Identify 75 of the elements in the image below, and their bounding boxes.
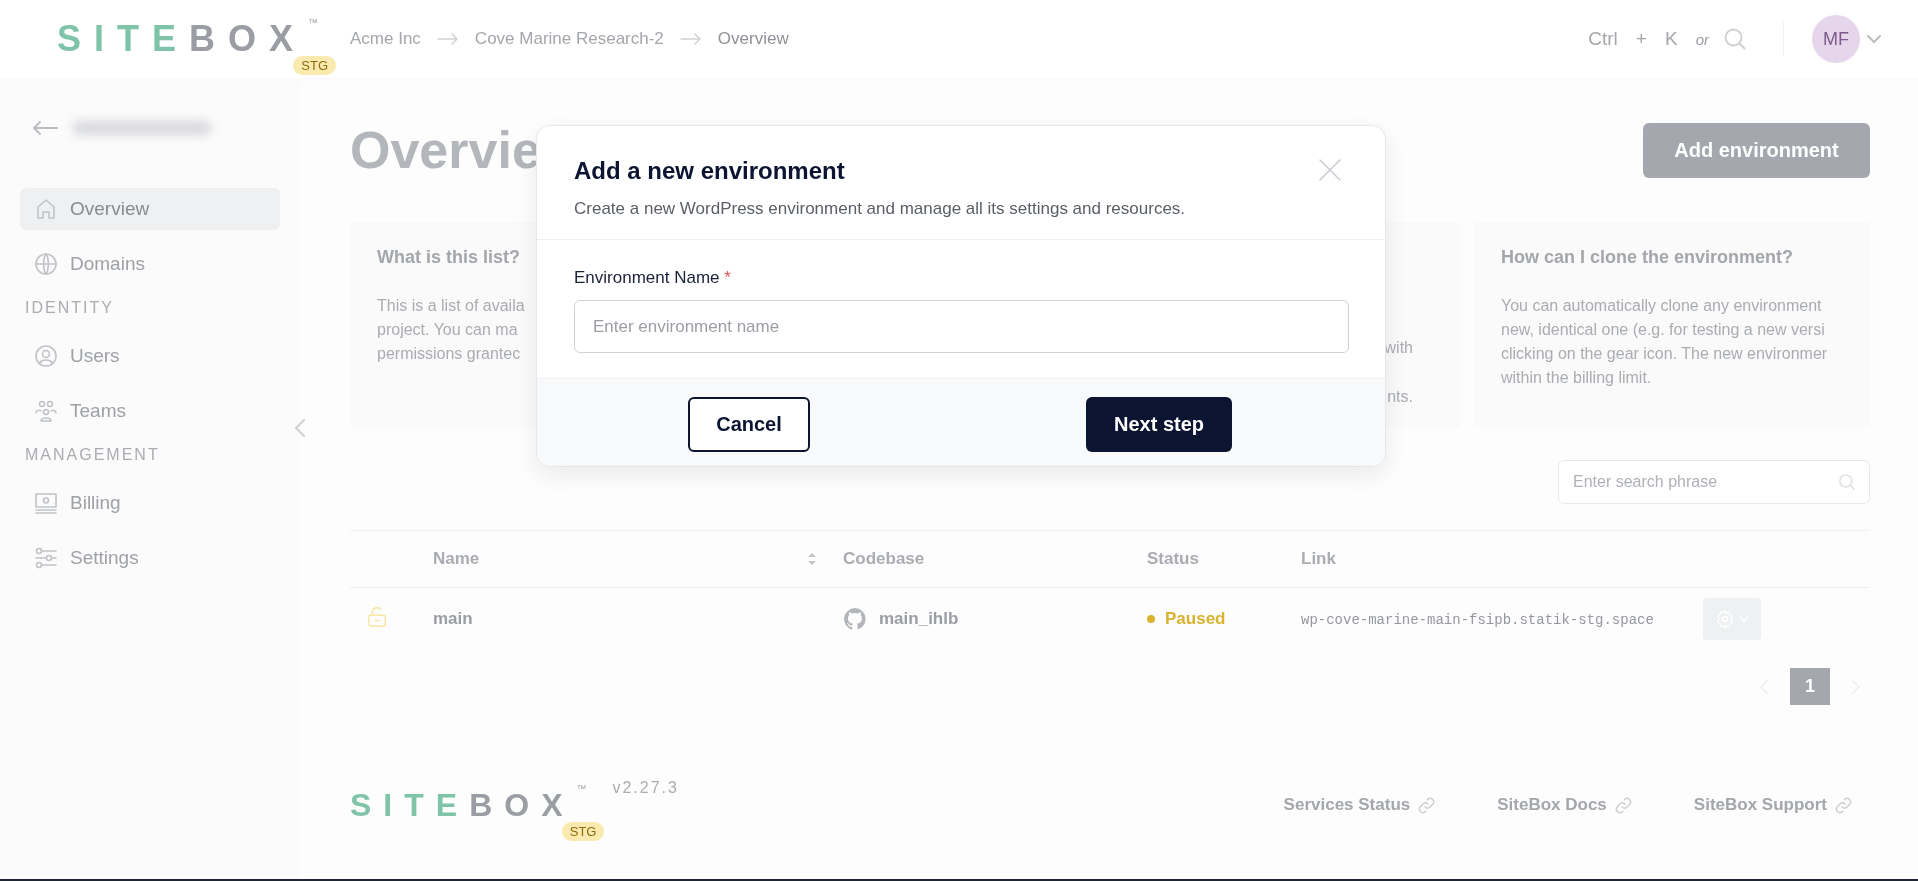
home-icon [34, 197, 58, 221]
modal-subtitle: Create a new WordPress environment and manage all its settings and resources. [574, 199, 1187, 219]
or-label: or [1695, 30, 1709, 48]
breadcrumb-link[interactable]: Acme Inc [350, 29, 421, 49]
section-heading: MANAGEMENT [24, 446, 161, 464]
sidebar-item[interactable]: Settings [20, 537, 280, 579]
section-heading: IDENTITY [24, 299, 115, 317]
breadcrumb-link[interactable]: Cove Marine Research-2 [474, 29, 664, 49]
status-label: Paused [1165, 609, 1226, 629]
open-lock-icon [366, 605, 388, 628]
logo-text: SITE BOX [350, 786, 575, 825]
environment-name[interactable]: main [433, 609, 473, 628]
environment-link[interactable]: wp-cove-marine-main-fsipb.statik-stg.space [1301, 612, 1654, 628]
sidebar-item[interactable]: Users [20, 335, 280, 377]
user-circle-icon [34, 344, 58, 368]
arrow-right-icon [436, 33, 459, 45]
field-label: Environment Name * [574, 268, 732, 288]
column-header[interactable]: Name [433, 549, 480, 569]
card-text: with [1384, 338, 1413, 358]
card-text: permissions grantec [377, 344, 521, 364]
user-avatar[interactable]: MF [1812, 15, 1860, 63]
card-text: You can automatically clone any environment [1501, 296, 1822, 316]
shortcut-key: Ctrl [1584, 26, 1622, 52]
link-icon [1835, 796, 1852, 814]
column-header: Status [1147, 549, 1199, 568]
page-title: Overvie [350, 120, 541, 180]
link-icon [1614, 796, 1632, 814]
sidebar-item[interactable]: Domains [20, 243, 280, 285]
sliders-icon [34, 546, 58, 570]
back-arrow-icon[interactable] [32, 120, 58, 136]
chevron-down-icon[interactable] [1866, 34, 1882, 44]
next-step-button[interactable]: Next step [1086, 397, 1232, 452]
shortcut-key: K [1660, 26, 1682, 52]
collapse-chevron-icon[interactable] [294, 418, 306, 438]
footer-link[interactable]: Services Status [1283, 795, 1436, 815]
people-group-icon [34, 399, 58, 423]
card-text: This is a list of availa [377, 296, 525, 316]
cancel-button[interactable]: Cancel [688, 397, 810, 452]
environment-badge: STG [561, 822, 605, 841]
plus-sign: + [1635, 28, 1647, 50]
github-icon [843, 607, 867, 631]
trademark-sign: ™ [308, 17, 319, 28]
search-icon [1838, 473, 1856, 491]
billing-icon [34, 491, 58, 515]
close-icon[interactable] [1318, 158, 1342, 182]
card-title: How can I clone the environment? [1501, 247, 1794, 268]
environment-name-input[interactable]: Enter environment name [574, 300, 1349, 353]
sort-icon[interactable] [807, 551, 817, 567]
breadcrumb-link[interactable]: Overview [717, 29, 789, 49]
sidebar-item[interactable]: Teams [20, 390, 280, 432]
card-text: within the billing limit. [1501, 368, 1652, 388]
card-text: clicking on the gear icon. The new environmer [1501, 344, 1828, 364]
modal-title: Add a new environment [574, 157, 845, 185]
sidebar-item[interactable]: Billing [20, 482, 280, 524]
card-text: nts. [1387, 387, 1413, 407]
add-environment-button[interactable]: Add environment [1643, 122, 1870, 178]
page-number[interactable]: 1 [1790, 668, 1830, 705]
card-text: new, identical one (e.g. for testing a new versi [1501, 320, 1825, 340]
trademark-sign: ™ [576, 783, 587, 794]
environment-badge: STG [293, 56, 337, 75]
sidebar-item[interactable]: Overview [20, 188, 280, 230]
search-icon[interactable] [1723, 27, 1747, 51]
column-header: Link [1301, 549, 1336, 568]
search-field[interactable]: Enter search phrase [1558, 460, 1870, 504]
footer-link[interactable]: SiteBox Docs [1497, 795, 1632, 815]
arrow-right-icon [679, 33, 702, 45]
link-icon [1418, 796, 1436, 814]
logo-text: SITE BOX [57, 19, 307, 59]
globe-icon [34, 252, 58, 276]
codebase-name: main_ihlb [879, 609, 959, 629]
column-header: Codebase [843, 549, 925, 568]
version-label: v2.27.3 [612, 779, 680, 797]
card-title: What is this list? [377, 247, 520, 268]
card-text: project. You can ma [377, 320, 518, 340]
footer-link[interactable]: SiteBox Support [1693, 795, 1852, 815]
